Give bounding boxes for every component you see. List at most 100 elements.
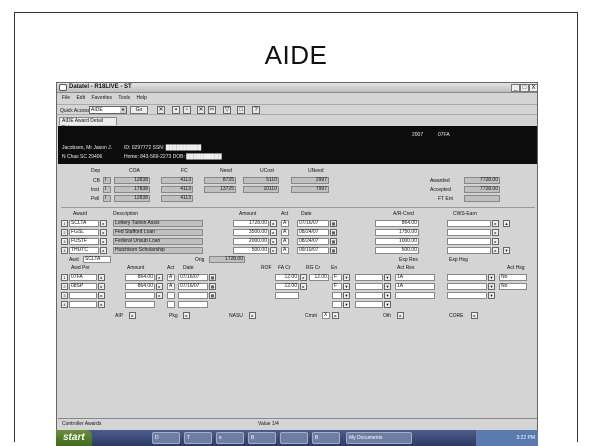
period-date[interactable]: 07/16/07 <box>178 283 208 290</box>
detail-icon[interactable]: ▸ <box>98 274 105 281</box>
cmnt-detail-icon[interactable]: ▸ <box>332 312 339 319</box>
budget-flag[interactable]: I <box>103 195 111 202</box>
fa-cr[interactable]: 12.00 <box>275 274 299 281</box>
menu-edit[interactable]: Edit <box>76 95 85 101</box>
award-date[interactable]: 07/16/07 <box>297 220 329 227</box>
row-number[interactable]: 1 <box>61 274 68 281</box>
calendar-icon[interactable]: ▦ <box>209 283 216 290</box>
close-button[interactable]: X <box>529 84 537 92</box>
budget-need[interactable]: 13725 <box>204 186 236 193</box>
act-res-select[interactable]: 1A <box>395 283 435 290</box>
row-number[interactable]: 1 <box>61 220 68 227</box>
exp-hsg-select[interactable] <box>447 274 487 281</box>
chevron-down-icon[interactable]: ▼ <box>343 292 350 299</box>
chevron-down-icon[interactable]: ▼ <box>343 283 350 290</box>
calc-icon[interactable]: ▸ <box>270 247 277 254</box>
award-act[interactable]: A <box>281 220 289 227</box>
period-act[interactable] <box>167 301 175 308</box>
taskbar-button[interactable]: B <box>312 432 340 444</box>
awd-period[interactable]: 07FA <box>69 274 97 281</box>
period-amount[interactable] <box>125 292 155 299</box>
budget-fc[interactable]: 4113 <box>161 177 193 184</box>
taskbar-my-documents[interactable]: My Documents <box>346 432 412 444</box>
period-amount[interactable]: 864.00 <box>125 274 155 281</box>
calendar-icon[interactable]: ▦ <box>330 229 337 236</box>
chevron-down-icon[interactable]: ▼ <box>384 274 391 281</box>
exp-res-select[interactable] <box>355 274 383 281</box>
calc-icon[interactable]: ▸ <box>300 283 307 290</box>
budget-coa[interactable]: 12838 <box>114 195 150 202</box>
detail-icon[interactable]: ▸ <box>100 247 107 254</box>
scroll-up-icon[interactable]: ▲ <box>503 220 510 227</box>
calendar-icon[interactable]: ▦ <box>209 292 216 299</box>
chevron-down-icon[interactable]: ▼ <box>488 274 495 281</box>
award-act[interactable]: A <box>281 238 289 245</box>
chevron-down-icon[interactable]: ▼ <box>120 107 126 113</box>
award-code[interactable]: FGSL <box>69 229 99 236</box>
award-ar-cred[interactable]: 864.00 <box>375 220 419 227</box>
award-ar-cred[interactable]: 1000.00 <box>375 238 419 245</box>
aip-detail-icon[interactable]: ▸ <box>129 312 136 319</box>
filter-icon[interactable]: ▽ <box>223 106 231 114</box>
calc-icon[interactable]: ▸ <box>270 229 277 236</box>
act-hsg-select[interactable]: No <box>499 274 527 281</box>
awd-period[interactable] <box>69 301 97 308</box>
taskbar-button[interactable]: e <box>216 432 244 444</box>
award-code[interactable]: FUSTF <box>69 238 99 245</box>
cmnt-checkbox[interactable]: X <box>322 312 330 319</box>
act-res-select[interactable] <box>395 292 435 299</box>
exp-hsg-select[interactable] <box>447 283 487 290</box>
save-all-icon[interactable]: ▫ <box>183 106 191 114</box>
menu-tools[interactable]: Tools <box>118 95 130 101</box>
award-ar-cred[interactable]: 500.00 <box>375 247 419 254</box>
chevron-down-icon[interactable]: ▼ <box>343 274 350 281</box>
period-act[interactable]: A <box>167 283 175 290</box>
act-hsg-select[interactable]: No <box>499 283 527 290</box>
detail-icon[interactable]: ▸ <box>98 283 105 290</box>
chevron-down-icon[interactable]: ▼ <box>343 301 350 308</box>
award-code[interactable]: SCLTA <box>69 220 99 227</box>
period-act[interactable] <box>167 292 175 299</box>
period-date[interactable] <box>178 292 208 299</box>
taskbar-button[interactable]: T <box>184 432 212 444</box>
award-amount[interactable]: 500.00 <box>233 247 269 254</box>
minimize-button[interactable]: _ <box>511 84 520 92</box>
act-res-select[interactable]: 1A <box>395 274 435 281</box>
rg-cr[interactable]: 12.00 <box>309 274 329 281</box>
exp-hsg-select[interactable] <box>447 292 487 299</box>
award-cws-earn[interactable] <box>447 247 491 254</box>
awd-period[interactable]: 08SP <box>69 283 97 290</box>
row-number[interactable]: 3 <box>61 238 68 245</box>
calendar-icon[interactable]: ▦ <box>330 238 337 245</box>
cut-icon[interactable]: ✂ <box>208 106 216 114</box>
award-code[interactable]: THUTC <box>69 247 99 254</box>
calc-icon[interactable]: ▸ <box>156 292 163 299</box>
calendar-icon[interactable]: ▦ <box>330 220 337 227</box>
detail-icon[interactable]: ▸ <box>98 301 105 308</box>
oth-detail-icon[interactable]: ▸ <box>397 312 404 319</box>
enrollment-select[interactable]: F <box>332 274 342 281</box>
award-act[interactable]: A <box>281 247 289 254</box>
calc-icon[interactable]: ▸ <box>492 238 499 245</box>
award-cws-earn[interactable] <box>447 229 491 236</box>
fa-cr[interactable] <box>275 292 299 299</box>
fa-cr[interactable]: 12.00 <box>275 283 299 290</box>
calc-icon[interactable]: ▸ <box>270 238 277 245</box>
help-icon[interactable]: ? <box>252 106 260 114</box>
calendar-icon[interactable]: ▦ <box>330 247 337 254</box>
exp-res-select[interactable] <box>355 283 383 290</box>
award-date[interactable]: 08/24/07 <box>297 238 329 245</box>
budget-uneed[interactable]: 7997 <box>291 186 329 193</box>
chevron-down-icon[interactable]: ▼ <box>384 283 391 290</box>
detail-icon[interactable]: ▸ <box>100 229 107 236</box>
row-number[interactable]: 4 <box>61 301 68 308</box>
budget-ucost[interactable]: 5110 <box>243 177 279 184</box>
award-date[interactable]: 09/10/07 <box>297 247 329 254</box>
award-cws-earn[interactable] <box>447 220 491 227</box>
awd-period[interactable] <box>69 292 97 299</box>
taskbar-button[interactable] <box>280 432 308 444</box>
maximize-button[interactable]: □ <box>520 84 529 92</box>
award-ar-cred[interactable]: 1750.00 <box>375 229 419 236</box>
chevron-down-icon[interactable]: ▼ <box>488 292 495 299</box>
award-amount[interactable]: 2000.00 <box>233 238 269 245</box>
